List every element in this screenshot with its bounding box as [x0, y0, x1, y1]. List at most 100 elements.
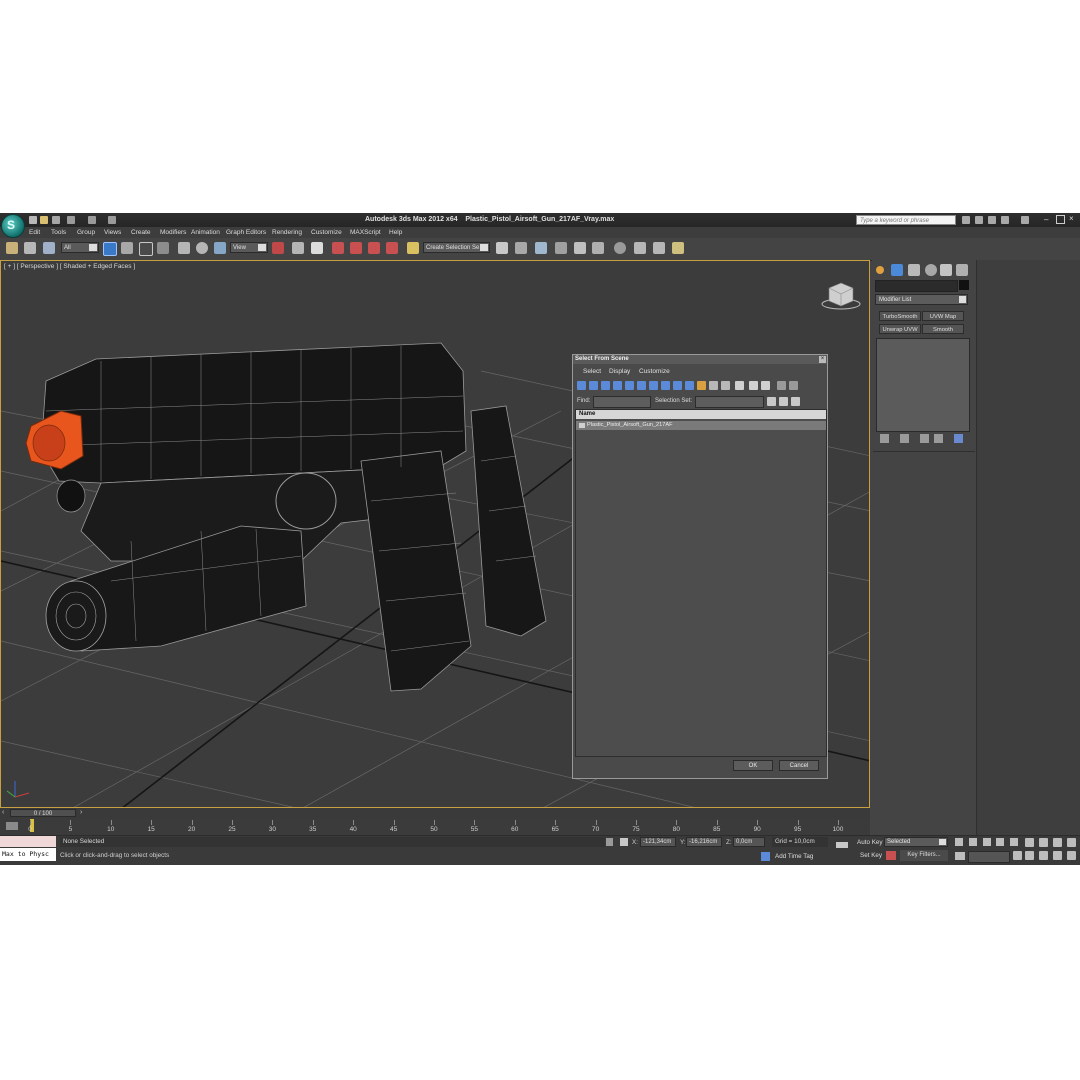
- z-coord-field[interactable]: 0,0cm: [733, 837, 765, 847]
- key-mode-dropdown[interactable]: Selected: [884, 837, 948, 847]
- schematic-view-icon[interactable]: [592, 242, 604, 254]
- menu-group[interactable]: Group: [77, 229, 95, 236]
- slider-next-icon[interactable]: ›: [80, 809, 82, 816]
- link-icon[interactable]: [6, 242, 18, 254]
- display-xrefs-icon[interactable]: [661, 381, 670, 390]
- app-logo-icon[interactable]: S: [1, 214, 25, 238]
- add-to-selection-set-icon[interactable]: [779, 397, 788, 406]
- selection-set-dropdown[interactable]: [695, 396, 764, 408]
- select-by-name-icon[interactable]: [121, 242, 133, 254]
- minimize-icon[interactable]: –: [1044, 215, 1048, 224]
- orbit-icon[interactable]: [1053, 851, 1062, 860]
- bind-spacewarp-icon[interactable]: [43, 242, 55, 254]
- add-time-tag-button[interactable]: Add Time Tag: [775, 853, 813, 860]
- x-coord-field[interactable]: -121,34cm: [640, 837, 676, 847]
- time-slider[interactable]: [0, 808, 870, 818]
- find-input[interactable]: [593, 396, 651, 408]
- current-frame-field[interactable]: [968, 851, 1010, 863]
- display-bones-icon[interactable]: [673, 381, 682, 390]
- modifier-list-dropdown[interactable]: Modifier List: [875, 294, 968, 305]
- viewcube-icon[interactable]: [821, 282, 861, 310]
- set-key-button[interactable]: Set Key: [860, 852, 882, 859]
- filter-icon[interactable]: [777, 381, 786, 390]
- display-frozen-icon[interactable]: [697, 381, 706, 390]
- zoom-extents-all-icon[interactable]: [1067, 838, 1076, 847]
- turbosmooth-button[interactable]: TurboSmooth: [879, 311, 921, 321]
- maxscript-mini-listener-top[interactable]: [0, 836, 56, 847]
- maximize-viewport-icon[interactable]: [1067, 851, 1076, 860]
- remove-modifier-icon[interactable]: [934, 434, 943, 443]
- dialog-close-icon[interactable]: ×: [819, 356, 826, 363]
- move-icon[interactable]: [178, 242, 190, 254]
- redo-icon[interactable]: [88, 216, 96, 224]
- mirror-icon[interactable]: [496, 242, 508, 254]
- display-none-icon[interactable]: [735, 381, 744, 390]
- menu-edit[interactable]: Edit: [29, 229, 40, 236]
- search-icon[interactable]: [962, 216, 970, 224]
- render-setup-icon[interactable]: [634, 242, 646, 254]
- render-production-icon[interactable]: [672, 242, 684, 254]
- display-hidden-icon[interactable]: [709, 381, 718, 390]
- set-key-filter-icon[interactable]: [886, 851, 896, 860]
- create-selection-set-icon[interactable]: [767, 397, 776, 406]
- modifier-stack-view[interactable]: [876, 338, 970, 432]
- sync-selection-icon[interactable]: [761, 381, 770, 390]
- pan-view-icon[interactable]: [1039, 851, 1048, 860]
- layer-manager-icon[interactable]: [535, 242, 547, 254]
- show-end-result-icon[interactable]: [900, 434, 909, 443]
- align-icon[interactable]: [515, 242, 527, 254]
- rectangular-selection-icon[interactable]: [139, 242, 153, 256]
- zoom-all-icon[interactable]: [1039, 838, 1048, 847]
- reference-coordinate-dropdown[interactable]: View: [230, 242, 268, 253]
- open-file-icon[interactable]: [40, 216, 48, 224]
- unlink-icon[interactable]: [24, 242, 36, 254]
- pivot-center-icon[interactable]: [272, 242, 284, 254]
- named-selection-set-dropdown[interactable]: Create Selection Se: [423, 242, 490, 253]
- time-tag-icon[interactable]: [761, 852, 770, 861]
- rendered-frame-window-icon[interactable]: [653, 242, 665, 254]
- slider-prev-icon[interactable]: ‹: [2, 809, 4, 816]
- display-helpers-icon[interactable]: [625, 381, 634, 390]
- field-of-view-icon[interactable]: [1025, 851, 1034, 860]
- menu-customize[interactable]: Customize: [311, 229, 342, 236]
- selection-filter-dropdown[interactable]: All: [61, 242, 99, 253]
- go-to-end-icon[interactable]: [1010, 838, 1018, 846]
- motion-tab-icon[interactable]: [925, 264, 937, 276]
- play-icon[interactable]: [983, 838, 991, 846]
- menu-help[interactable]: Help: [389, 229, 402, 236]
- time-slider-thumb[interactable]: 0 / 100: [10, 809, 76, 817]
- menu-graph-editors[interactable]: Graph Editors: [226, 229, 266, 236]
- key-icon[interactable]: [836, 842, 848, 848]
- key-filters-button[interactable]: Key Filters...: [900, 850, 948, 861]
- menu-maxscript[interactable]: MAXScript: [350, 229, 381, 236]
- viewport-label[interactable]: [ + ] [ Perspective ] [ Shaded + Edged F…: [4, 263, 135, 270]
- display-spacewarps-icon[interactable]: [637, 381, 646, 390]
- display-cameras-icon[interactable]: [613, 381, 622, 390]
- select-object-icon[interactable]: [103, 242, 117, 256]
- save-file-icon[interactable]: [52, 216, 60, 224]
- dialog-menu-customize[interactable]: Customize: [639, 368, 670, 375]
- unwrap-uvw-button[interactable]: Unwrap UVW: [879, 324, 921, 334]
- graphite-modeling-icon[interactable]: [555, 242, 567, 254]
- make-unique-icon[interactable]: [920, 434, 929, 443]
- display-geometry-icon[interactable]: [577, 381, 586, 390]
- time-configuration-icon[interactable]: [1013, 851, 1022, 860]
- communication-icon[interactable]: [988, 216, 996, 224]
- favorites-star-icon[interactable]: [1001, 216, 1009, 224]
- curve-editor-icon[interactable]: [574, 242, 586, 254]
- help-icon[interactable]: [1021, 216, 1029, 224]
- list-item[interactable]: Plastic_Pistol_Airsoft_Gun_217AF: [576, 421, 826, 430]
- remove-from-selection-set-icon[interactable]: [791, 397, 800, 406]
- absolute-mode-icon[interactable]: [620, 838, 628, 846]
- previous-frame-icon[interactable]: [969, 838, 977, 846]
- object-name-field[interactable]: [875, 280, 958, 292]
- modify-tab-icon[interactable]: [891, 264, 903, 276]
- dialog-menu-display[interactable]: Display: [609, 368, 630, 375]
- object-color-swatch[interactable]: [959, 280, 969, 290]
- y-coord-field[interactable]: -16,216cm: [686, 837, 722, 847]
- smooth-button[interactable]: Smooth: [922, 324, 964, 334]
- zoom-extents-icon[interactable]: [1053, 838, 1062, 847]
- subscription-icon[interactable]: [975, 216, 983, 224]
- display-shapes-icon[interactable]: [589, 381, 598, 390]
- percent-snap-icon[interactable]: [368, 242, 380, 254]
